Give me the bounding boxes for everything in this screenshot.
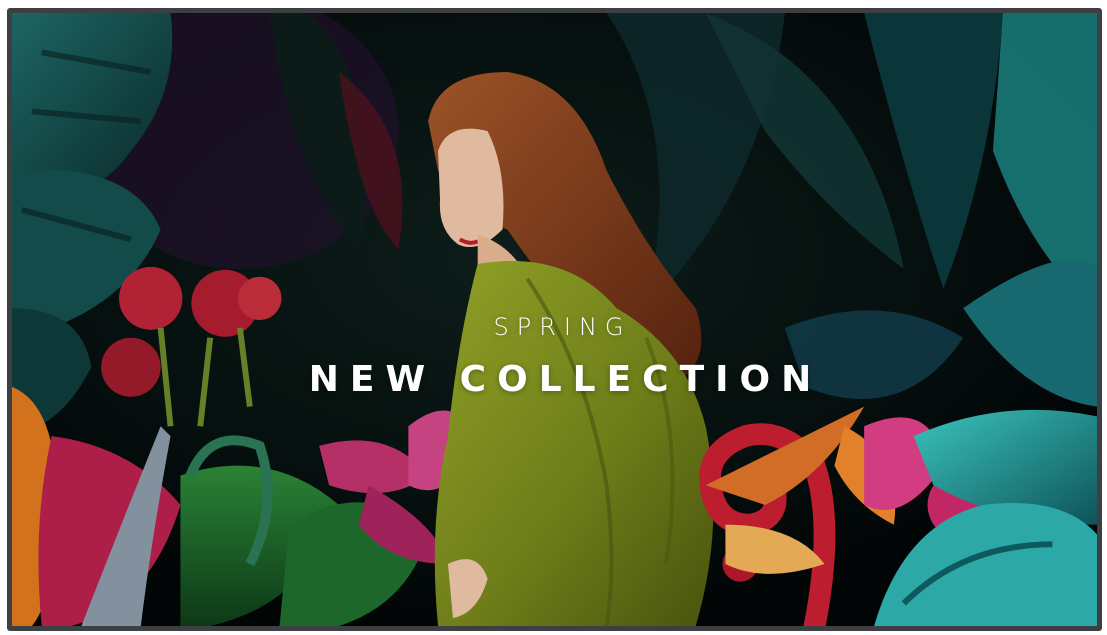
hero-image	[12, 13, 1097, 626]
banner-frame: SPRING NEW COLLECTION	[7, 8, 1102, 631]
